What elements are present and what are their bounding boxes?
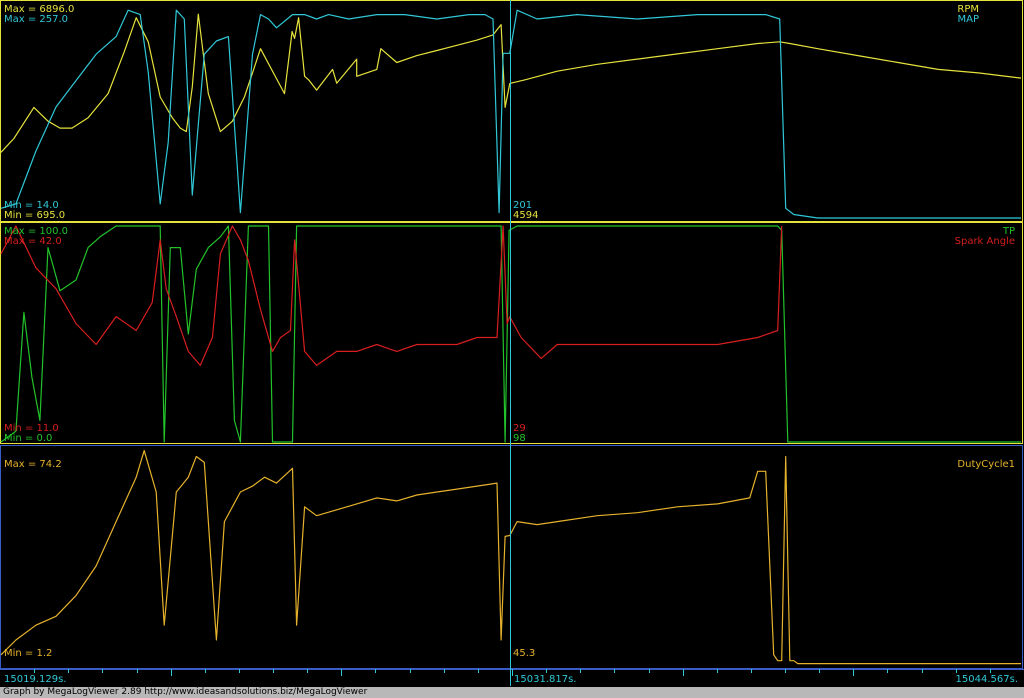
p2-name-spark: Spark Angle bbox=[955, 236, 1015, 247]
p3-cursor-duty-value: 45.3 bbox=[513, 648, 535, 659]
p1-min-rpm: Min = 695.0 bbox=[4, 210, 65, 221]
p1-name-map: MAP bbox=[958, 14, 980, 25]
p3-min-duty: Min = 1.2 bbox=[4, 648, 52, 659]
p3-max-duty: Max = 74.2 bbox=[4, 459, 62, 470]
p2-cursor-tp-value: 98 bbox=[513, 433, 526, 444]
panel-2-frame bbox=[0, 222, 1023, 444]
p2-min-tp: Min = 0.0 bbox=[4, 433, 52, 444]
status-footer: Graph by MegaLogViewer 2.89 http://www.i… bbox=[0, 687, 1024, 698]
p1-max-map: Max = 257.0 bbox=[4, 14, 68, 25]
panel-1-frame bbox=[0, 0, 1023, 222]
panel-3-frame bbox=[0, 445, 1023, 669]
series-spark-angle-line bbox=[0, 225, 783, 366]
time-end-label: 15044.567s. bbox=[956, 674, 1018, 685]
p3-name-duty: DutyCycle1 bbox=[957, 459, 1015, 470]
cursor-time-label: 15031.817s. bbox=[514, 674, 576, 685]
time-start-label: 15019.129s. bbox=[4, 674, 66, 685]
log-viewer-chart: Max = 6896.0 Max = 257.0 Min = 14.0 Min … bbox=[0, 0, 1024, 687]
p1-cursor-rpm-value: 4594 bbox=[513, 210, 538, 221]
p2-max-spark: Max = 42.0 bbox=[4, 236, 62, 247]
